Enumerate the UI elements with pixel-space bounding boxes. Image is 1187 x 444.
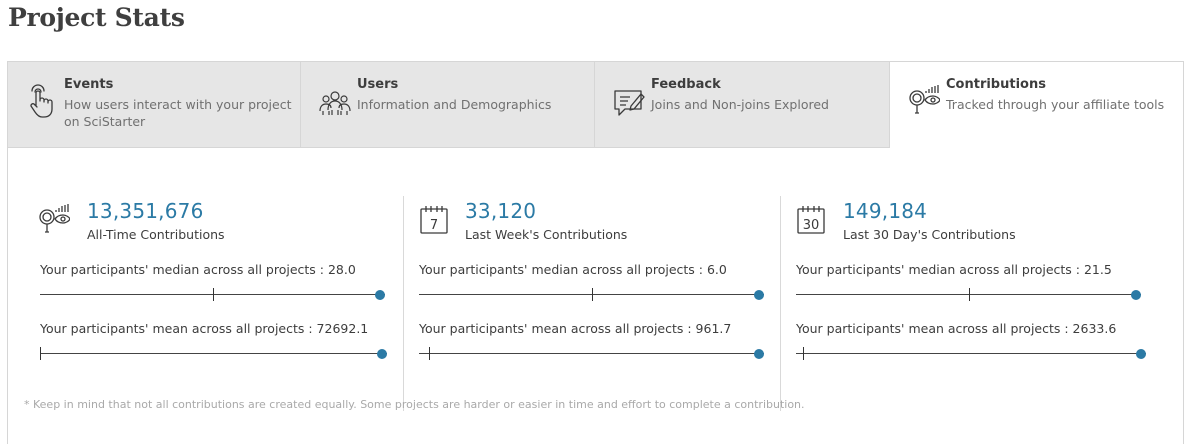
tab-users-description: Information and Demographics (357, 97, 552, 112)
stat-last-week: 7 33,120 Last Week's Contributions Your … (403, 196, 781, 411)
page-title: Project Stats (8, 3, 185, 32)
mean-scale (419, 347, 764, 360)
project-value-dot (1136, 349, 1146, 359)
calendar-7-icon: 7 (418, 203, 450, 237)
median-marker (968, 288, 970, 301)
stat-label: All-Time Contributions (87, 227, 225, 242)
contributions-panel: 13,351,676 All-Time Contributions Your p… (7, 148, 1184, 444)
magnifier-chart-icon (908, 84, 941, 118)
median-scale (419, 288, 764, 301)
project-value-dot (377, 349, 387, 359)
mean-marker (429, 347, 431, 360)
tab-feedback-title: Feedback (651, 77, 721, 92)
stat-value: 33,120 (465, 199, 537, 223)
calendar-30-icon: 30 (795, 203, 827, 237)
stat-label: Last Week's Contributions (465, 227, 628, 242)
median-marker (212, 288, 214, 301)
hand-pointer-icon (26, 84, 58, 118)
project-value-dot (375, 290, 385, 300)
tab-events[interactable]: Events How users interact with your proj… (8, 62, 301, 147)
mean-text: Your participants' mean across all proje… (419, 321, 732, 336)
tab-users[interactable]: Users Information and Demographics (301, 62, 595, 147)
stat-last-30-days: 30 149,184 Last 30 Day's Contributions Y… (780, 196, 1170, 411)
tab-events-title: Events (64, 77, 114, 92)
mean-scale (40, 347, 387, 360)
tab-contributions[interactable]: Contributions Tracked through your affil… (890, 62, 1183, 150)
tab-contributions-title: Contributions (946, 77, 1046, 92)
footnote: * Keep in mind that not all contribution… (24, 398, 805, 411)
median-scale (40, 288, 385, 301)
chat-pencil-icon (613, 84, 645, 118)
tab-contributions-description: Tracked through your affiliate tools (946, 97, 1165, 112)
stat-value: 149,184 (843, 199, 928, 223)
median-text: Your participants' median across all pro… (40, 262, 356, 277)
tab-feedback[interactable]: Feedback Joins and Non-joins Explored (595, 62, 890, 147)
median-text: Your participants' median across all pro… (419, 262, 727, 277)
magnifier-chart-icon (38, 203, 71, 237)
mean-text: Your participants' mean across all proje… (40, 321, 369, 336)
mean-text: Your participants' mean across all proje… (796, 321, 1117, 336)
project-value-dot (754, 290, 764, 300)
median-scale (796, 288, 1141, 301)
mean-scale (796, 347, 1146, 360)
median-marker (591, 288, 593, 301)
svg-text:30: 30 (803, 218, 820, 233)
mean-marker (803, 347, 804, 360)
people-group-icon (319, 84, 351, 118)
svg-text:7: 7 (430, 218, 438, 233)
stats-tab-bar: Events How users interact with your proj… (7, 61, 1184, 150)
project-value-dot (754, 349, 764, 359)
project-value-dot (1131, 290, 1141, 300)
stat-label: Last 30 Day's Contributions (843, 227, 1016, 242)
mean-marker (40, 347, 41, 360)
tab-events-description: How users interact with your project on … (64, 97, 292, 129)
tab-users-title: Users (357, 77, 399, 92)
tab-feedback-description: Joins and Non-joins Explored (651, 97, 829, 112)
stat-value: 13,351,676 (87, 199, 204, 223)
median-text: Your participants' median across all pro… (796, 262, 1112, 277)
stat-all-time: 13,351,676 All-Time Contributions Your p… (29, 196, 403, 411)
